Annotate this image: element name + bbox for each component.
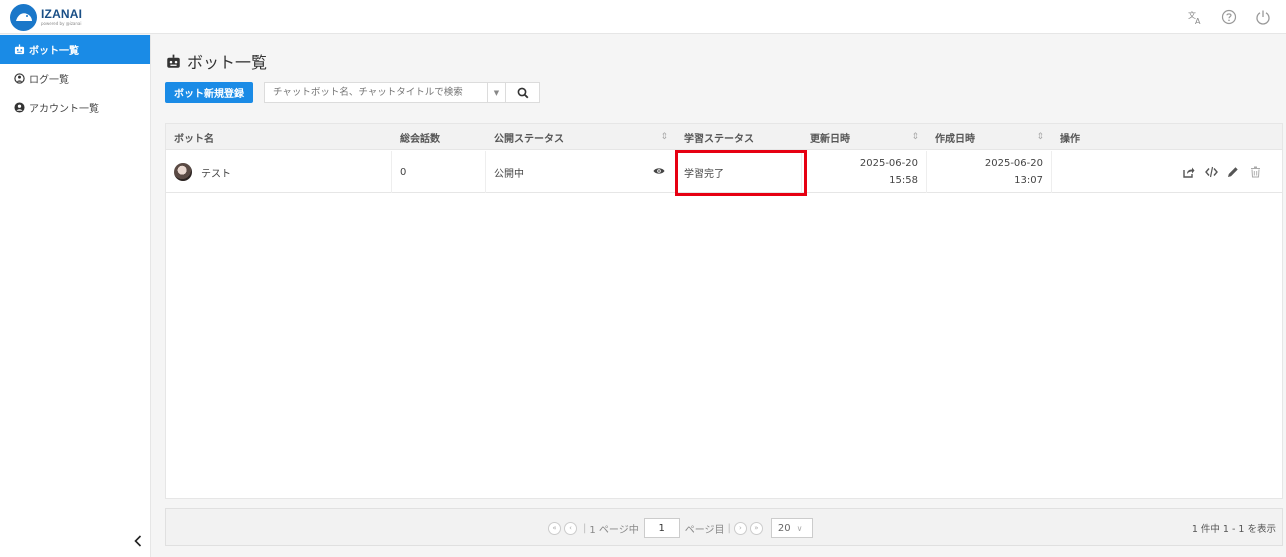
cell-total-conversations: 0 bbox=[392, 151, 486, 193]
new-bot-button[interactable]: ボット新規登録 bbox=[165, 82, 253, 103]
table-header: ボット名 総会話数 公開ステータス ⇕ 学習ステータス 更新日時 ⇕ 作成日時 ⇕ 操… bbox=[166, 124, 1282, 150]
sidebar-item-log-list[interactable]: ログ一覧 bbox=[0, 64, 150, 93]
bot-table: ボット名 総会話数 公開ステータス ⇕ 学習ステータス 更新日時 ⇕ 作成日時 ⇕ 操… bbox=[165, 123, 1283, 499]
toolbar: ボット新規登録 ▼ bbox=[165, 82, 540, 103]
header-publish-status[interactable]: 公開ステータス ⇕ bbox=[486, 124, 676, 150]
cell-created-at: 2025-06-20 13:07 bbox=[927, 151, 1052, 193]
robot-icon bbox=[13, 44, 25, 56]
cell-operations bbox=[1052, 151, 1282, 193]
page-size-select[interactable]: 20 ∨ bbox=[770, 518, 813, 538]
trash-icon[interactable] bbox=[1248, 165, 1262, 179]
user-circle-icon bbox=[13, 102, 25, 114]
sidebar: ボット一覧 ログ一覧 アカウント一覧 bbox=[0, 35, 151, 557]
search-icon bbox=[517, 87, 528, 98]
eye-icon[interactable] bbox=[653, 166, 665, 179]
next-page-icon[interactable]: › bbox=[733, 521, 747, 535]
table-row[interactable]: テスト 0 公開中 学習完了 2025-06-20 15:58 2025-06-… bbox=[166, 151, 1282, 193]
last-page-icon[interactable]: » bbox=[749, 521, 763, 535]
header-total-conversations[interactable]: 総会話数 bbox=[392, 124, 486, 150]
header-updated-at[interactable]: 更新日時 ⇕ bbox=[802, 124, 927, 150]
cell-bot-name: テスト bbox=[166, 151, 392, 193]
cell-publish-status: 公開中 bbox=[486, 151, 676, 193]
power-icon[interactable] bbox=[1252, 6, 1274, 28]
sidebar-item-label: ログ一覧 bbox=[29, 75, 69, 86]
logo-title: IZANAI bbox=[41, 7, 83, 21]
header-bot-name[interactable]: ボット名 bbox=[166, 124, 392, 150]
translate-icon[interactable]: 文A bbox=[1184, 6, 1206, 28]
sidebar-item-bot-list[interactable]: ボット一覧 bbox=[0, 35, 150, 64]
avatar bbox=[174, 163, 192, 181]
svg-text:A: A bbox=[1195, 17, 1201, 25]
logo-subtitle: powered by @izanai bbox=[41, 21, 82, 26]
pagination-info: 1 件中 1 - 1 を表示 bbox=[1191, 524, 1276, 535]
main-content: ボット一覧 ボット新規登録 ▼ ボット名 総会話数 公開ステータス⇕ 学習ステー… bbox=[151, 35, 1286, 557]
search-dropdown-icon[interactable]: ▼ bbox=[487, 83, 505, 102]
help-icon[interactable] bbox=[1218, 6, 1240, 28]
page-number-input[interactable]: 1 bbox=[643, 518, 680, 538]
page-label-after: ページ目 bbox=[684, 524, 725, 536]
header-created-at[interactable]: 作成日時 ⇕ bbox=[927, 124, 1052, 150]
cell-updated-at: 2025-06-20 15:58 bbox=[802, 151, 927, 193]
page-title-text: ボット一覧 bbox=[187, 53, 268, 72]
sort-icon[interactable]: ⇕ bbox=[1036, 132, 1044, 142]
chevron-down-icon: ∨ bbox=[796, 523, 803, 533]
sidebar-item-account-list[interactable]: アカウント一覧 bbox=[0, 93, 150, 122]
sort-icon[interactable]: ⇕ bbox=[660, 132, 668, 142]
logo[interactable]: IZANAI powered by @izanai bbox=[10, 3, 82, 31]
cell-learning-status: 学習完了 bbox=[676, 151, 802, 193]
header-learning-status[interactable]: 学習ステータス bbox=[676, 124, 802, 150]
edit-icon[interactable] bbox=[1226, 165, 1240, 179]
sidebar-collapse-icon[interactable] bbox=[132, 531, 144, 551]
logo-mark-icon bbox=[10, 3, 37, 31]
first-page-icon[interactable]: « bbox=[548, 521, 561, 535]
page-label-before: 1 ページ中 bbox=[589, 524, 639, 536]
search-button[interactable] bbox=[506, 82, 540, 103]
log-circle-icon bbox=[13, 73, 25, 85]
sort-icon[interactable]: ⇕ bbox=[911, 132, 919, 142]
prev-page-icon[interactable]: ‹ bbox=[564, 521, 577, 535]
search-box: ▼ bbox=[264, 82, 506, 103]
sidebar-item-label: アカウント一覧 bbox=[29, 104, 99, 115]
page-title: ボット一覧 bbox=[165, 49, 267, 73]
sidebar-item-label: ボット一覧 bbox=[29, 46, 79, 57]
pagination: « ‹ | 1 ページ中 1 ページ目 | › » 20 ∨ 1 件中 1 - … bbox=[165, 508, 1283, 546]
search-input[interactable] bbox=[265, 83, 487, 102]
share-icon[interactable] bbox=[1182, 165, 1196, 179]
code-icon[interactable] bbox=[1204, 165, 1218, 179]
top-bar: IZANAI powered by @izanai 文A bbox=[0, 0, 1286, 34]
robot-icon bbox=[165, 53, 181, 69]
header-operations: 操作 bbox=[1060, 133, 1080, 145]
